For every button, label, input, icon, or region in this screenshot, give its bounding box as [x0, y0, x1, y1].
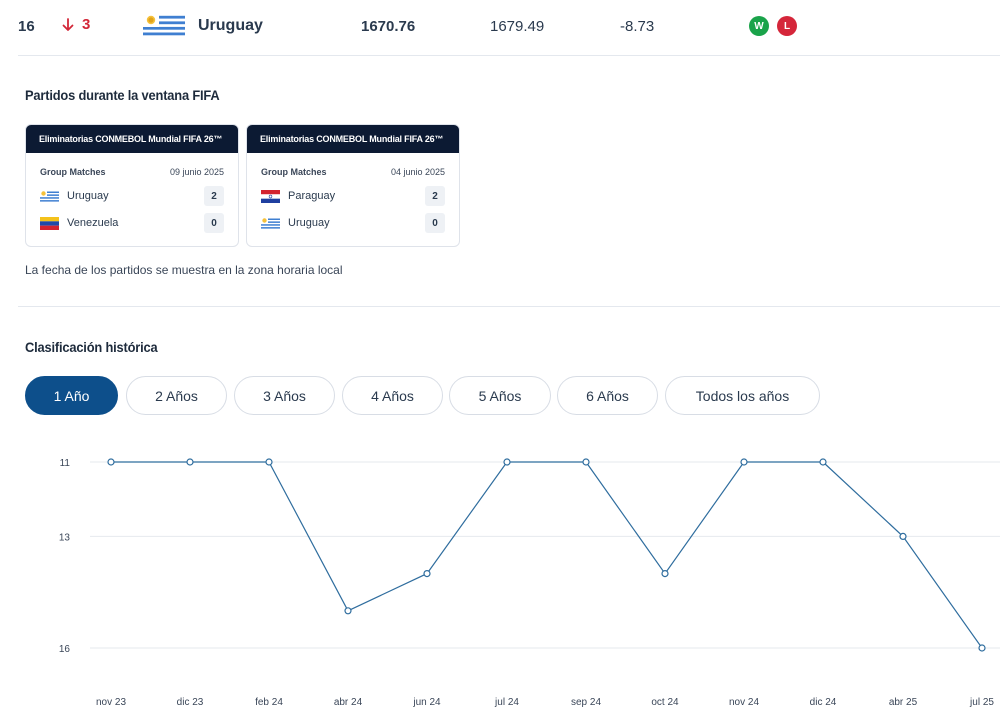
rank-change-value: 3 — [82, 16, 91, 33]
x-tick-label: feb 24 — [255, 697, 283, 708]
team-score: 2 — [425, 186, 445, 206]
data-point[interactable] — [978, 644, 986, 652]
competition-name: Eliminatorias CONMEBOL Mundial FIFA 26™ — [247, 125, 459, 153]
ranking-history-chart: 11 13 16 nov 23 dic 23 feb 24 abr 24 jun 24 jul… — [59, 458, 1000, 708]
timezone-note: La fecha de los partidos se muestra en l… — [25, 263, 343, 277]
uruguay-flag — [143, 13, 185, 38]
period-2-years[interactable]: 2 Años — [126, 376, 227, 415]
points-difference: -8.73 — [620, 18, 655, 35]
match-date: 09 junio 2025 — [169, 167, 224, 177]
y-tick-label: 16 — [59, 644, 71, 655]
data-point[interactable] — [186, 458, 194, 466]
period-all-years[interactable]: Todos los años — [665, 376, 820, 415]
ranking-line — [111, 461, 983, 649]
total-points: 1670.76 — [361, 18, 416, 35]
x-tick-label: nov 23 — [96, 697, 126, 708]
y-tick-label: 11 — [60, 458, 71, 469]
data-point[interactable] — [265, 458, 273, 466]
period-5-years[interactable]: 5 Años — [449, 376, 551, 415]
x-tick-label: jun 24 — [412, 697, 441, 708]
match-card[interactable]: Eliminatorias CONMEBOL Mundial FIFA 26™ … — [246, 124, 460, 247]
match-date: 04 junio 2025 — [390, 167, 445, 177]
team-name: Uruguay — [288, 217, 330, 229]
team-row: Venezuela 0 — [26, 208, 238, 235]
x-tick-label: dic 23 — [177, 697, 204, 708]
team-name: Venezuela — [67, 217, 119, 229]
uruguay-flag — [261, 217, 280, 230]
data-point[interactable] — [344, 607, 352, 615]
team-score: 2 — [204, 186, 224, 206]
previous-points: 1679.49 — [490, 18, 545, 35]
competition-name: Eliminatorias CONMEBOL Mundial FIFA 26™ — [26, 125, 238, 153]
uruguay-flag — [40, 190, 59, 203]
arrow-down-icon — [62, 17, 74, 31]
data-point[interactable] — [582, 458, 590, 466]
x-tick-label: nov 24 — [729, 697, 759, 708]
data-point[interactable] — [899, 532, 907, 541]
x-tick-label: abr 24 — [334, 697, 363, 708]
x-tick-label: abr 25 — [889, 697, 918, 708]
form-win-badge: W — [749, 16, 769, 36]
team-name: Uruguay — [67, 190, 109, 202]
team-score: 0 — [425, 213, 445, 233]
x-tick-label: jul 24 — [494, 697, 519, 708]
window-matches-title: Partidos durante la ventana FIFA — [25, 87, 220, 103]
match-stage: Group Matches — [261, 167, 327, 177]
ranking-row[interactable]: 16 3 Uruguay 1670.76 1679.49 -8.73 W L — [0, 0, 1000, 55]
paraguay-flag — [261, 190, 280, 203]
x-tick-label: dic 24 — [810, 697, 837, 708]
match-stage: Group Matches — [40, 167, 106, 177]
x-tick-label: oct 24 — [651, 697, 679, 708]
team-score: 0 — [204, 213, 224, 233]
rank-change: 3 — [62, 16, 90, 33]
data-point[interactable] — [740, 458, 748, 466]
venezuela-flag — [40, 217, 59, 230]
country-name[interactable]: Uruguay — [198, 17, 263, 35]
period-1-year[interactable]: 1 Año — [25, 376, 118, 415]
team-row: Paraguay 2 — [247, 181, 459, 208]
period-6-years[interactable]: 6 Años — [557, 376, 658, 415]
period-3-years[interactable]: 3 Años — [234, 376, 335, 415]
form-loss-badge: L — [777, 16, 797, 36]
history-title: Clasificación histórica — [25, 339, 158, 355]
data-point[interactable] — [423, 570, 431, 578]
data-point[interactable] — [819, 458, 827, 466]
x-tick-label: jul 25 — [969, 697, 994, 708]
rank-number: 16 — [18, 18, 35, 35]
team-row: Uruguay 0 — [247, 208, 459, 235]
data-point[interactable] — [503, 458, 511, 466]
data-point[interactable] — [107, 458, 115, 466]
period-4-years[interactable]: 4 Años — [342, 376, 443, 415]
divider — [18, 55, 1000, 56]
match-card[interactable]: Eliminatorias CONMEBOL Mundial FIFA 26™ … — [25, 124, 239, 247]
divider — [18, 306, 1000, 307]
data-point[interactable] — [661, 570, 669, 578]
team-row: Uruguay 2 — [26, 181, 238, 208]
team-name: Paraguay — [288, 190, 336, 202]
x-tick-label: sep 24 — [571, 697, 601, 708]
y-tick-label: 13 — [59, 532, 71, 543]
